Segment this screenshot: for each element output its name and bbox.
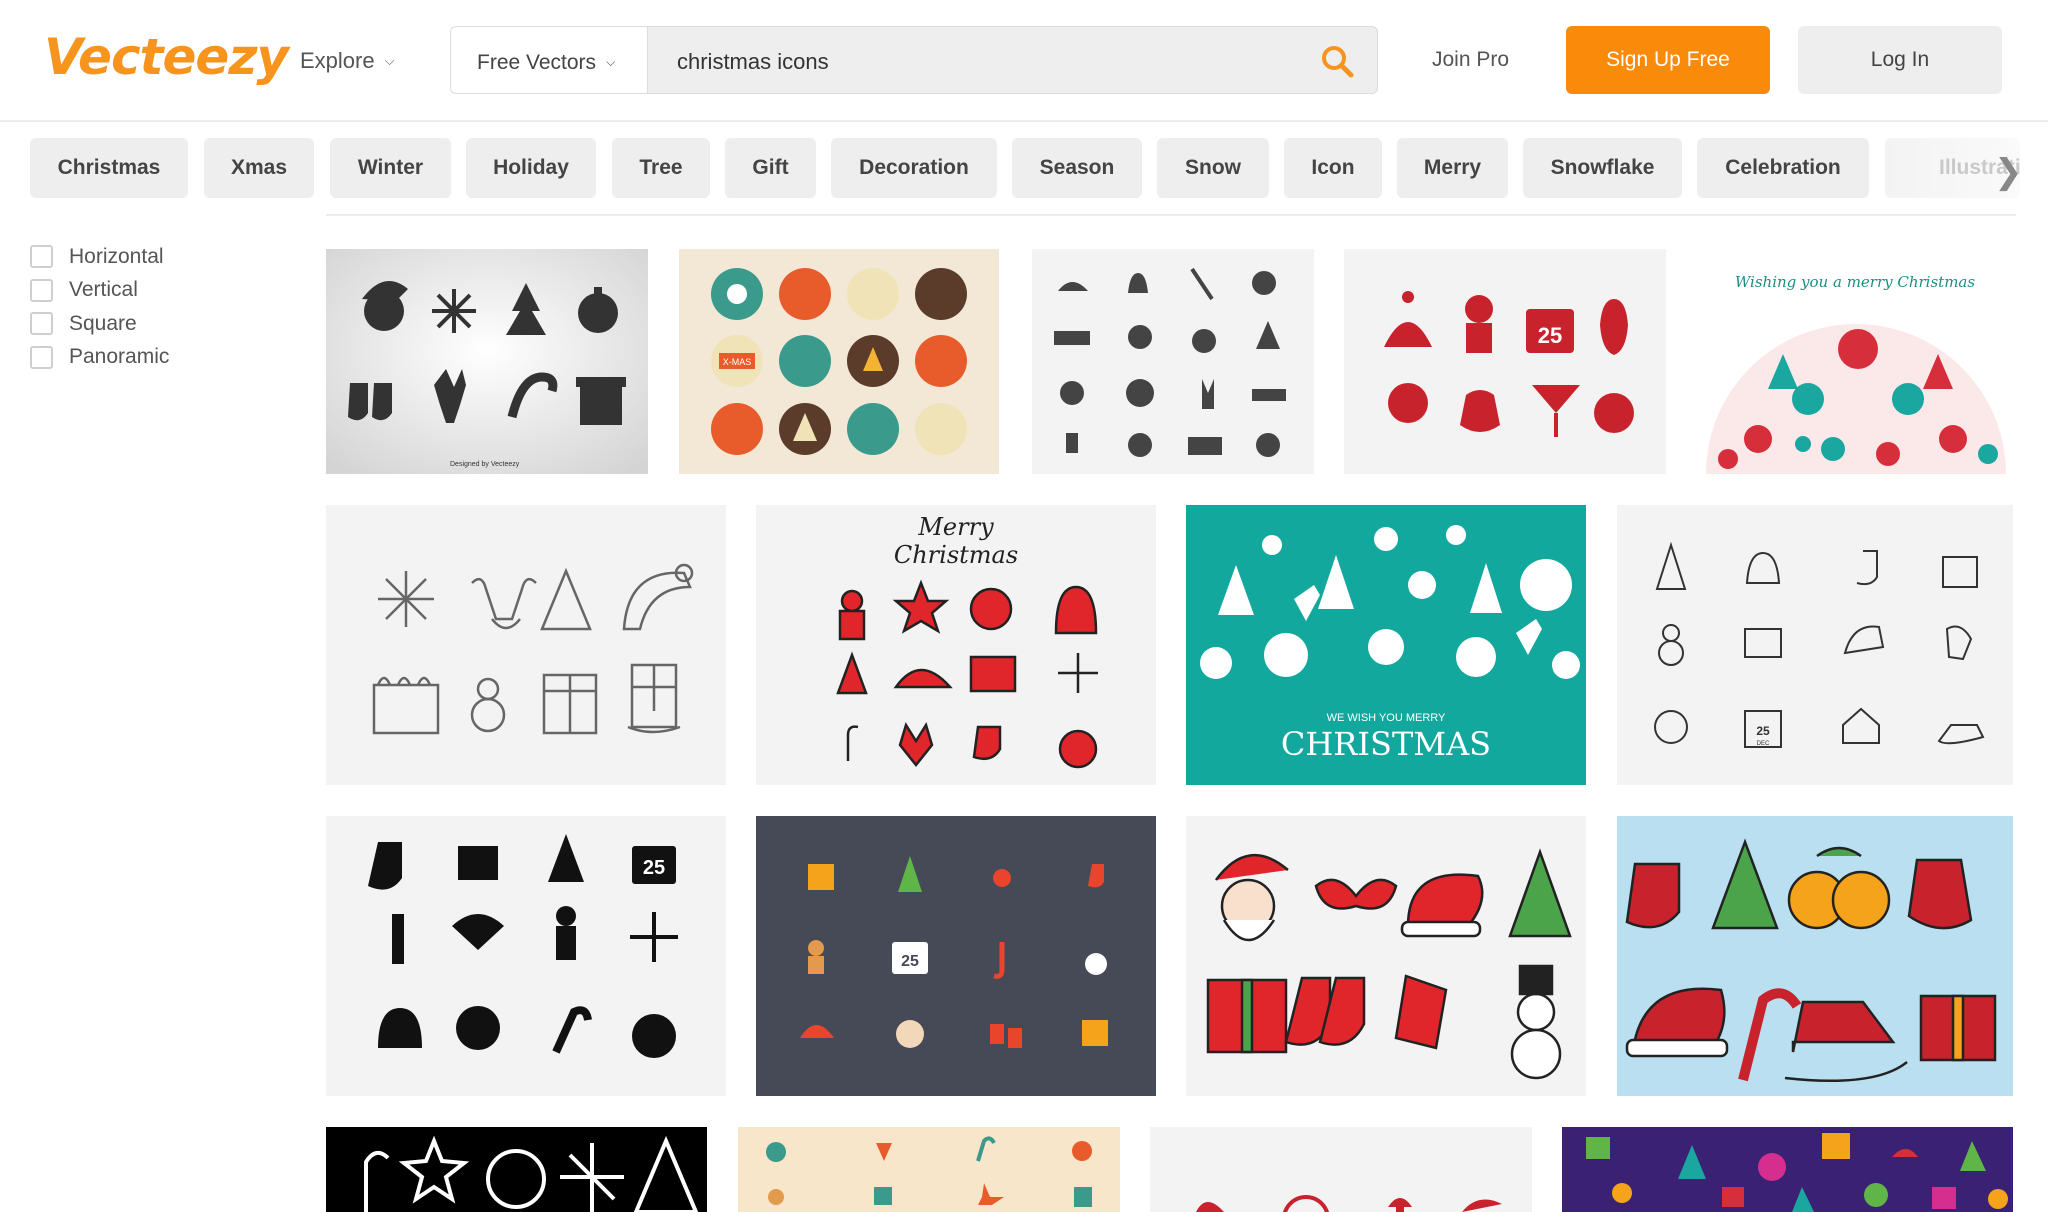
result-thumbnail-teal-christmas-banner[interactable]: WE WISH YOU MERRY CHRISTMAS xyxy=(1186,505,1586,785)
calendar-month-text: DEC xyxy=(1757,741,1770,747)
calendar-day-text: 25 xyxy=(1756,724,1770,738)
tag-merry[interactable]: Merry xyxy=(1397,138,1508,198)
orientation-filters: Horizontal Vertical Square Panoramic xyxy=(30,240,169,374)
explore-label: Explore xyxy=(300,48,375,73)
checkbox[interactable] xyxy=(30,245,53,269)
result-thumbnail-merry-christmas-icons[interactable]: Merry Christmas xyxy=(756,505,1156,785)
filter-vertical[interactable]: Vertical xyxy=(30,274,169,308)
greeting-script-text: Wishing you a merry Christmas xyxy=(1735,273,1975,291)
search-type-dropdown[interactable]: Free Vectors ⌵ xyxy=(451,27,648,93)
result-thumbnail-outline-icon-set[interactable] xyxy=(1032,249,1314,474)
wish-text: WE WISH YOU MERRY xyxy=(1327,712,1446,724)
filter-panoramic[interactable]: Panoramic xyxy=(30,341,169,375)
tag-snow[interactable]: Snow xyxy=(1157,138,1269,198)
filter-label: Horizontal xyxy=(69,244,164,268)
merry-script-text: Merry xyxy=(917,513,994,541)
log-in-button[interactable]: Log In xyxy=(1798,26,2002,94)
tag-celebration[interactable]: Celebration xyxy=(1697,138,1869,198)
tag-tree[interactable]: Tree xyxy=(612,138,710,198)
chevron-down-icon: ⌵ xyxy=(606,55,616,69)
result-thumbnail-light-blue-cartoon[interactable] xyxy=(1617,816,2013,1096)
search-icon[interactable] xyxy=(1319,43,1355,79)
join-pro-link[interactable]: Join Pro xyxy=(1432,48,1509,72)
chevron-down-icon: ⌵ xyxy=(384,53,395,68)
tag-christmas[interactable]: Christmas xyxy=(30,138,188,198)
chevron-right-icon[interactable]: ❯ xyxy=(1994,152,2023,192)
sign-up-button[interactable]: Sign Up Free xyxy=(1566,26,1770,94)
filter-square[interactable]: Square xyxy=(30,307,169,341)
christmas-script-text: Christmas xyxy=(894,541,1018,569)
christmas-caps-text: CHRISTMAS xyxy=(1281,725,1491,763)
result-thumbnail-thin-line-icons[interactable]: 25 DEC xyxy=(1617,505,2013,785)
result-thumbnail-line-icons[interactable] xyxy=(326,505,726,785)
divider xyxy=(326,214,2016,216)
filter-label: Panoramic xyxy=(69,345,170,369)
result-thumbnail-red-icons[interactable]: 25 xyxy=(1344,249,1666,474)
checkbox[interactable] xyxy=(30,278,53,302)
search-bar: Free Vectors ⌵ christmas icons xyxy=(450,26,1378,94)
site-header: Vecteezy Explore ⌵ Free Vectors ⌵ christma… xyxy=(0,0,2048,122)
result-thumbnail-cartoon-icons[interactable] xyxy=(1186,816,1586,1096)
result-thumbnail-red-outline-icons[interactable] xyxy=(1150,1127,1532,1212)
tag-xmas[interactable]: Xmas xyxy=(204,138,314,198)
tag-snowflake[interactable]: Snowflake xyxy=(1523,138,1682,198)
credit-text: Designed by Vecteezy xyxy=(450,461,520,468)
tag-decoration[interactable]: Decoration xyxy=(831,138,997,198)
result-thumbnail-white-on-black-icons[interactable] xyxy=(326,1127,707,1212)
result-thumbnail-purple-pattern[interactable] xyxy=(1562,1127,2013,1212)
tag-gift[interactable]: Gift xyxy=(725,138,816,198)
filter-label: Square xyxy=(69,311,137,335)
checkbox[interactable] xyxy=(30,312,53,336)
search-input[interactable]: christmas icons xyxy=(677,49,829,75)
tag-season[interactable]: Season xyxy=(1012,138,1142,198)
result-thumbnail-round-retro-icons[interactable]: X-MAS xyxy=(679,249,999,474)
result-thumbnail-beige-color-icons[interactable] xyxy=(738,1127,1120,1212)
explore-menu[interactable]: Explore ⌵ xyxy=(300,48,394,74)
tag-winter[interactable]: Winter xyxy=(330,138,451,198)
tag-holiday[interactable]: Holiday xyxy=(466,138,596,198)
checkbox[interactable] xyxy=(30,345,53,369)
badge-text: X-MAS xyxy=(723,357,752,367)
filter-label: Vertical xyxy=(69,278,138,302)
search-type-label: Free Vectors xyxy=(477,51,597,74)
result-thumbnail-black-reflection-icons[interactable]: 25 xyxy=(326,816,726,1096)
result-thumbnail-silhouette-icons[interactable]: Designed by Vecteezy xyxy=(326,249,648,474)
calendar-day-text: 25 xyxy=(901,953,919,970)
result-thumbnail-dark-flat-icons[interactable]: 25 xyxy=(756,816,1156,1096)
related-tags-bar: Christmas Xmas Winter Holiday Tree Gift … xyxy=(30,138,2020,198)
calendar-day-text: 25 xyxy=(643,857,665,879)
filter-horizontal[interactable]: Horizontal xyxy=(30,240,169,274)
vecteezy-logo[interactable]: Vecteezy xyxy=(44,28,289,86)
result-thumbnail-christmas-ornament-dome[interactable]: Wishing you a merry Christmas xyxy=(1698,249,2013,474)
calendar-day-text: 25 xyxy=(1538,323,1562,348)
tag-icon[interactable]: Icon xyxy=(1284,138,1382,198)
